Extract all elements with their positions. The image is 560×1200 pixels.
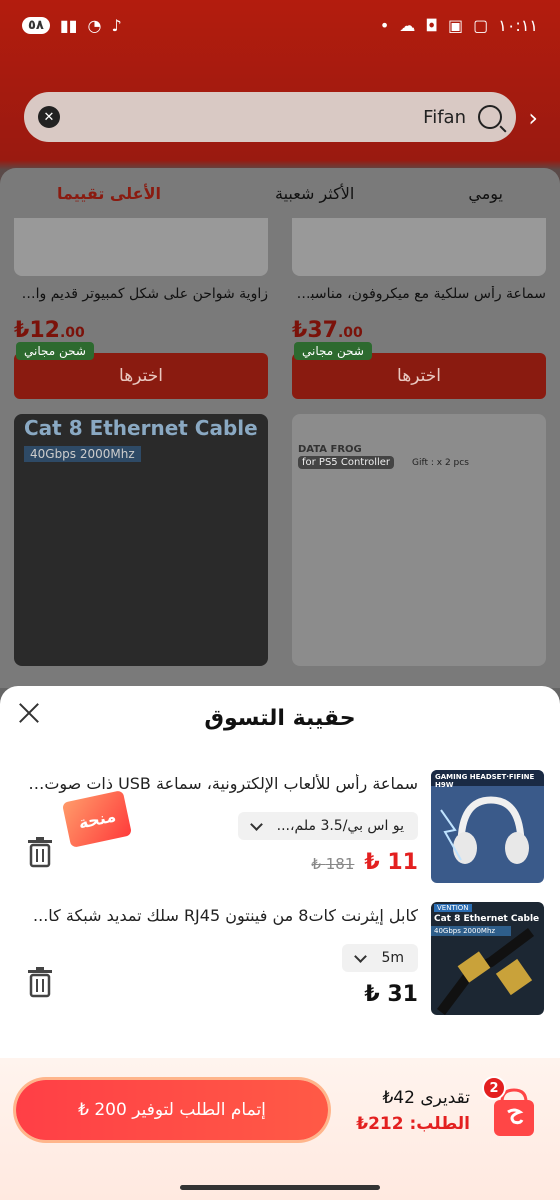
product-card[interactable]: سماعة رأس سلكية مع ميكروفون، مناسبة ... … xyxy=(292,218,546,666)
estimate-total: تقديرى 42₺ xyxy=(382,1088,470,1108)
product-price: ₺12.00 xyxy=(14,318,85,343)
ps5-gift: Gift : x 2 pcs xyxy=(412,458,469,468)
product-grid: سماعة رأس سلكية مع ميكروفون، مناسبة ... … xyxy=(0,218,560,688)
status-left: ٥٨ ▮▮ ◔ ♪ xyxy=(22,16,122,35)
variant-label: يو اس بي/3.5 ملم،... xyxy=(276,818,404,834)
signal-icon: ▮▮ xyxy=(59,15,78,35)
home-indicator[interactable] xyxy=(180,1185,380,1190)
price-row: 31 ₺ xyxy=(364,982,418,1007)
price-dec: .00 xyxy=(337,325,363,341)
cloud-icon: ☁ xyxy=(399,15,416,35)
cable-caption: Cat 8 Ethernet Cable xyxy=(434,914,540,924)
order-label: الطلب: 212 xyxy=(368,1114,470,1134)
close-icon[interactable] xyxy=(16,700,42,726)
product-image xyxy=(292,218,546,276)
item-name: سماعة رأس للألعاب الإلكترونية، سماعة USB… xyxy=(28,774,418,793)
product-price: ₺37.00 xyxy=(292,318,363,343)
cable-sub: 40Gbps 2000Mhz xyxy=(434,927,496,935)
instagram-icon: ◘ xyxy=(425,15,438,35)
sheet-title: حقيبة التسوق xyxy=(204,706,356,731)
shopping-bag-sheet: حقيبة التسوق GAMING HEADSET·FIFINE H9W س… xyxy=(0,686,560,1200)
item-price: 11 ₺ xyxy=(364,850,418,875)
sheet-header: حقيبة التسوق xyxy=(0,686,560,756)
mute-icon: ♪ xyxy=(111,15,122,35)
checkout-button[interactable]: إتمام الطلب لتوفير 200 ₺ xyxy=(16,1080,328,1140)
chevron-down-icon xyxy=(249,817,263,831)
estimate-label: تقديرى 42 xyxy=(393,1088,470,1108)
price-int: 37 xyxy=(307,318,338,343)
wifi-icon: ◔ xyxy=(87,15,102,35)
chevron-down-icon xyxy=(354,949,368,963)
status-right: • ☁ ◘ ▣ ▢ ١٠:١١ xyxy=(380,16,538,35)
status-bar: ٥٨ ▮▮ ◔ ♪ • ☁ ◘ ▣ ▢ ١٠:١١ xyxy=(0,0,560,50)
checkout-footer: إتمام الطلب لتوفير 200 ₺ تقديرى 42₺ الطل… xyxy=(0,1058,560,1200)
item-old-price: 181 ₺ xyxy=(311,855,355,873)
product-title: سماعة رأس سلكية مع ميكروفون، مناسبة ... xyxy=(292,286,546,302)
ethernet-cable-image: Cat 8 Ethernet Cable 40Gbps 2000Mhz xyxy=(14,414,268,666)
ps5-thumbsticks-image: DATA FROG for PS5 Controller Gift : x 2 … xyxy=(292,414,546,666)
free-shipping-tag: شحن مجاني xyxy=(294,342,372,360)
back-chevron-icon[interactable]: › xyxy=(528,104,538,132)
cart-item[interactable]: GAMING HEADSET·FIFINE H9W سماعة رأس للأل… xyxy=(0,770,560,900)
tab-most-popular[interactable]: الأكثر شعبية xyxy=(275,184,354,203)
clear-search-icon[interactable]: ✕ xyxy=(38,106,60,128)
sort-tabs: يومي الأكثر شعبية الأعلى تقييما xyxy=(0,168,560,218)
tab-top-rated[interactable]: الأعلى تقييما xyxy=(57,184,161,203)
dot-icon: • xyxy=(379,15,390,35)
tab-daily[interactable]: يومي xyxy=(468,184,503,203)
gift-badge: منحة xyxy=(61,790,133,848)
price-row: 11 ₺ 181 ₺ xyxy=(311,850,418,875)
trash-icon[interactable] xyxy=(26,836,54,868)
camera-icon: ▣ xyxy=(447,15,464,35)
variant-selector[interactable]: 5m xyxy=(342,944,418,972)
cart-count-badge: 2 xyxy=(482,1076,506,1100)
product-title: زاوية شواحن على شكل كمبيوتر قديم واح... xyxy=(14,286,268,302)
item-price: 31 ₺ xyxy=(364,982,418,1007)
cable-brand: VENTION xyxy=(434,904,472,912)
variant-label: 5m xyxy=(381,950,404,966)
order-total: الطلب: 212₺ xyxy=(356,1114,470,1134)
product-card[interactable]: زاوية شواحن على شكل كمبيوتر قديم واح... … xyxy=(14,218,268,666)
ps5-sub: for PS5 Controller xyxy=(298,456,395,469)
ps5-brand: DATA FROG xyxy=(298,444,362,455)
cable-title: Cat 8 Ethernet Cable xyxy=(24,416,258,440)
price-int: 12 xyxy=(29,318,60,343)
totals: تقديرى 42₺ الطلب: 212₺ xyxy=(356,1088,470,1134)
price-dec: .00 xyxy=(59,325,85,341)
clock-time: ١٠:١١ xyxy=(498,15,538,35)
checkout-label: إتمام الطلب لتوفير 200 xyxy=(94,1100,266,1120)
item-price-value: 31 xyxy=(387,982,418,1007)
search-query: Fifan xyxy=(423,106,466,128)
item-name: كابل إيثرنت كات8 من فينتون RJ45 سلك تمدي… xyxy=(33,906,418,925)
free-shipping-tag: شحن مجاني xyxy=(16,342,94,360)
cable-thumbnail[interactable]: VENTION Cat 8 Ethernet Cable 40Gbps 2000… xyxy=(431,902,544,1015)
item-old-price-value: 181 xyxy=(325,855,355,873)
trash-icon[interactable] xyxy=(26,966,54,998)
search-bar[interactable]: ✕ Fifan xyxy=(24,92,516,142)
cart-item[interactable]: VENTION Cat 8 Ethernet Cable 40Gbps 2000… xyxy=(0,902,560,1032)
headset-caption: GAMING HEADSET·FIFINE H9W xyxy=(435,773,535,789)
item-price-value: 11 xyxy=(387,850,418,875)
cable-sub: 40Gbps 2000Mhz xyxy=(24,446,141,462)
status-pill: ٥٨ xyxy=(22,16,50,34)
variant-selector[interactable]: يو اس بي/3.5 ملم،... xyxy=(237,812,418,840)
headset-thumbnail[interactable]: GAMING HEADSET·FIFINE H9W xyxy=(431,770,544,883)
search-icon[interactable] xyxy=(478,105,502,129)
product-image xyxy=(14,218,268,276)
photo-icon: ▢ xyxy=(473,15,489,35)
